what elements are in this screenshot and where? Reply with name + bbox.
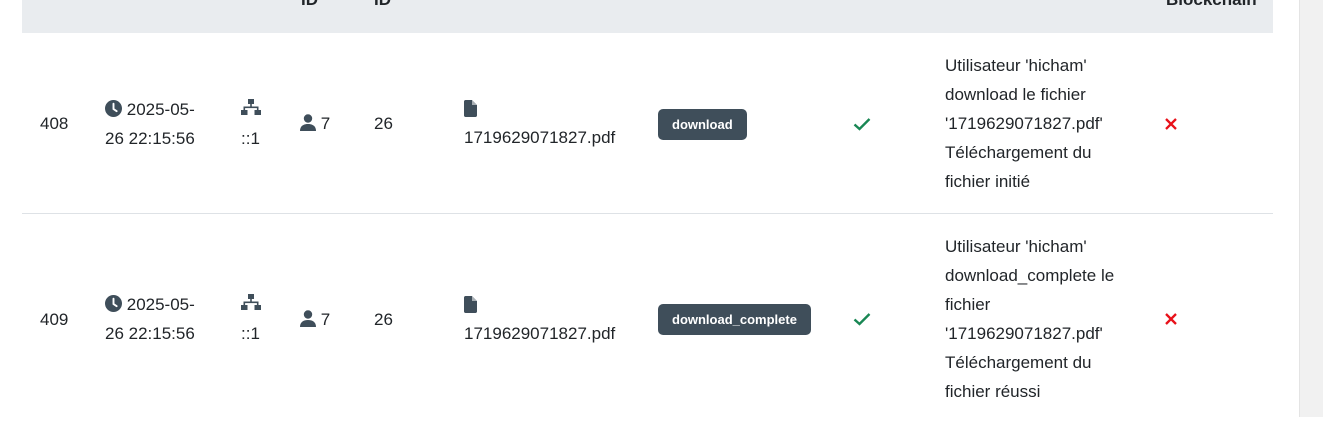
details-line: fichier (945, 295, 991, 314)
action-badge: download (658, 109, 747, 140)
network-icon (241, 294, 261, 310)
header-user-id: ID (301, 0, 318, 8)
file-name: 1719629071827.pdf (464, 324, 616, 343)
details-line: Téléchargement du (945, 143, 1092, 162)
x-icon (1165, 118, 1177, 130)
date-line1: 2025-05- (126, 100, 195, 119)
clock-icon (105, 100, 122, 117)
file-name: 1719629071827.pdf (464, 128, 616, 147)
details-line: '1719629071827.pdf' (945, 324, 1103, 343)
page-scrollbar[interactable] (1299, 0, 1323, 417)
ip-address: ::1 (241, 324, 260, 343)
row-timestamp: 2025-05- 26 22:15:56 (105, 290, 195, 348)
table-header: ID ID Blockchain (22, 0, 1273, 33)
user-icon (300, 310, 316, 327)
clock-icon (105, 295, 122, 312)
status-cell (853, 109, 871, 138)
file-icon (464, 100, 477, 117)
details-line: Téléchargement du (945, 353, 1092, 372)
date-line2: 26 22:15:56 (105, 324, 195, 343)
network-icon (241, 99, 261, 115)
row-user: 7 (300, 109, 330, 138)
details-line: download_complete le (945, 266, 1115, 285)
row-ip: ::1 (241, 95, 261, 153)
date-line1: 2025-05- (126, 295, 195, 314)
details-line: Utilisateur 'hicham' (945, 237, 1087, 256)
date-line2: 26 22:15:56 (105, 129, 195, 148)
check-icon (853, 313, 871, 326)
row-timestamp: 2025-05- 26 22:15:56 (105, 95, 195, 153)
row-details: Utilisateur 'hicham' download le fichier… (945, 51, 1103, 196)
row-user: 7 (300, 305, 330, 334)
row-id: 409 (40, 310, 69, 329)
table-row: 408 2025-05- 26 22:15:56 ::1 7 26 171962… (22, 33, 1273, 214)
header-file-id: ID (374, 0, 391, 8)
check-icon (853, 118, 871, 131)
details-line: '1719629071827.pdf' (945, 114, 1103, 133)
blockchain-cell (1164, 109, 1178, 138)
details-line: fichier initié (945, 172, 1031, 191)
file-icon (464, 296, 477, 313)
details-line: download le fichier (945, 85, 1086, 104)
file-id: 26 (374, 114, 393, 133)
row-id: 408 (40, 114, 69, 133)
logs-table: ID ID Blockchain 408 2025-05- 26 22:15:5… (22, 0, 1273, 424)
details-line: Utilisateur 'hicham' (945, 56, 1087, 75)
user-id: 7 (320, 310, 331, 329)
row-ip: ::1 (241, 290, 261, 348)
blockchain-cell (1164, 304, 1178, 333)
table-row: 409 2025-05- 26 22:15:56 ::1 7 26 171962… (22, 214, 1273, 424)
row-file: 1719629071827.pdf (464, 296, 616, 348)
status-cell (853, 304, 871, 333)
user-icon (300, 114, 316, 131)
row-details: Utilisateur 'hicham' download_complete l… (945, 232, 1114, 406)
user-id: 7 (320, 114, 331, 133)
ip-address: ::1 (241, 129, 260, 148)
row-file: 1719629071827.pdf (464, 100, 616, 152)
details-line: fichier réussi (945, 382, 1041, 401)
action-badge: download_complete (658, 304, 811, 335)
x-icon (1165, 313, 1177, 325)
header-blockchain: Blockchain (1166, 0, 1257, 8)
file-id: 26 (374, 310, 393, 329)
